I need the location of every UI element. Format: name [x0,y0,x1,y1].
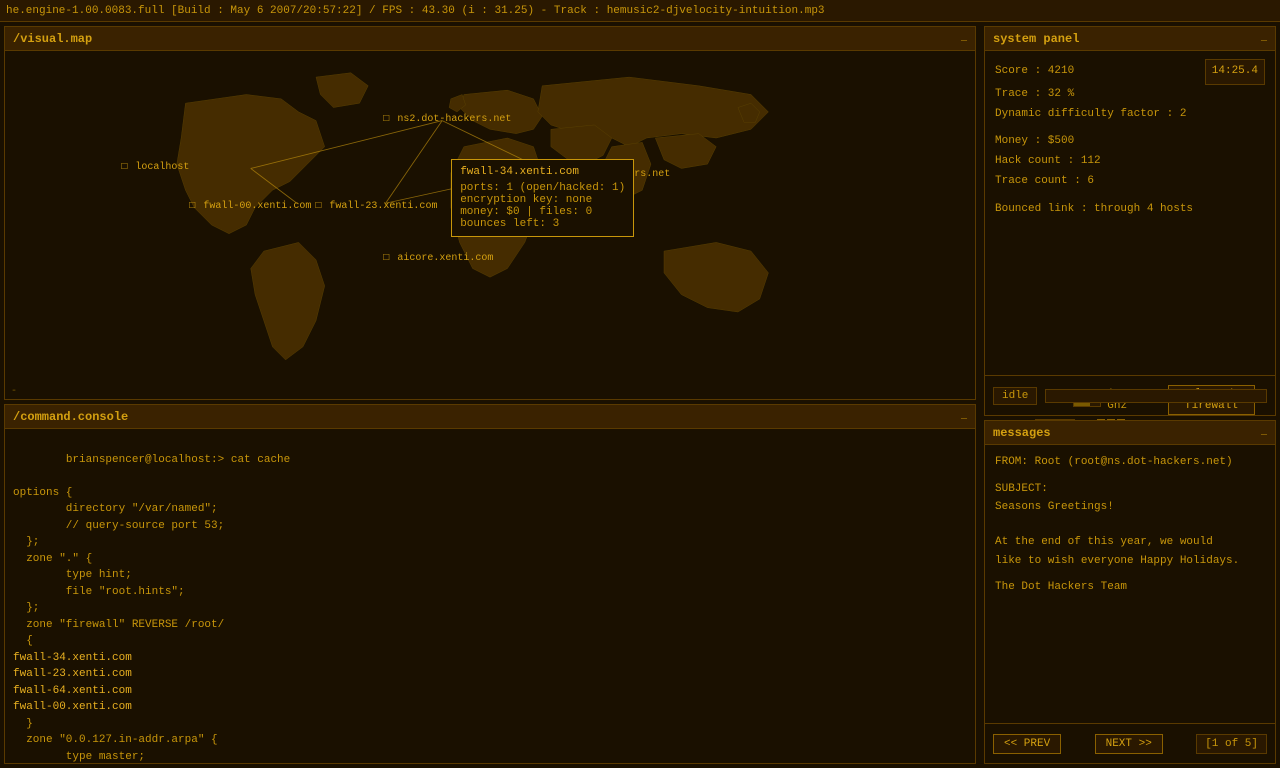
node-fwall00[interactable]: fwall-00.xenti.com [189,201,311,212]
prev-button[interactable]: << PREV [993,734,1061,754]
node-ns2[interactable]: ns2.dot-hackers.net [383,114,511,125]
command-title: /command.console [13,410,128,424]
command-minimize[interactable]: _ [961,411,967,422]
left-column: /visual.map _ [0,22,980,768]
node-fwall23[interactable]: fwall-23.xenti.com [315,201,437,212]
console-zone1: zone "." { [13,553,92,565]
system-panel-header: system panel _ [985,27,1275,51]
hackcount-label: Hack count : 112 [995,155,1101,167]
tracecount-row: Trace count : 6 [995,172,1265,192]
tooltip-encryption: encryption key: none [460,194,625,206]
map-container: localhost ns2.dot-hackers.net ns.dot-hac… [5,51,975,399]
tracecount-label: Trace count : 6 [995,175,1094,187]
console-options: options { [13,487,72,499]
console-close1: }; [13,536,39,548]
map-bottom-text: - [11,386,17,397]
console-close3: } [13,718,33,730]
messages-content: FROM: Root (root@ns.dot-hackers.net) SUB… [985,445,1275,723]
console-query: // query-source port 53; [13,520,224,532]
command-header: /command.console _ [5,405,975,429]
system-panel-title: system panel [993,32,1079,46]
console-dir: directory "/var/named"; [13,503,218,515]
console-zone2: zone "firewall" REVERSE /root/ [13,619,224,631]
node-localhost[interactable]: localhost [121,162,189,173]
messages-header: messages _ [985,421,1275,445]
console-content[interactable]: brianspencer@localhost:> cat cache optio… [5,429,975,763]
console-brace: { [13,635,33,647]
message-signature: The Dot Hackers Team [995,578,1265,597]
right-column: system panel _ Score : 4210 14:25.4 Trac… [980,22,1280,768]
messages-title: messages [993,426,1051,440]
difficulty-row: Dynamic difficulty factor : 2 [995,105,1265,125]
console-prompt-1: brianspencer@localhost:> cat cache [66,454,290,466]
messages-panel: messages _ FROM: Root (root@ns.dot-hacke… [984,420,1276,764]
console-fw23: fwall-23.xenti.com [13,668,132,680]
main-layout: /visual.map _ [0,22,1280,768]
messages-nav: << PREV NEXT >> [1 of 5] [985,723,1275,763]
node-aicore-label: aicore.xenti.com [397,253,493,264]
console-fw64: fwall-64.xenti.com [13,685,132,697]
status-progress [1045,389,1267,403]
console-blank-1 [13,470,20,482]
money-label: Money : $500 [995,135,1074,147]
messages-minimize[interactable]: _ [1261,427,1267,438]
tooltip-host: fwall-34.xenti.com [460,166,625,178]
console-type1: type hint; [13,569,132,581]
console-close2: }; [13,602,39,614]
system-panel: system panel _ Score : 4210 14:25.4 Trac… [984,26,1276,416]
node-fwall00-label: fwall-00.xenti.com [203,201,311,212]
message-subject-text: Seasons Greetings! [995,498,1265,517]
system-minimize[interactable]: _ [1261,33,1267,44]
tooltip-money: money: $0 | files: 0 [460,206,625,218]
visual-map-panel: /visual.map _ [4,26,976,400]
page-info: [1 of 5] [1196,734,1267,754]
console-fw34: fwall-34.xenti.com [13,652,132,664]
console-type2: type master; [13,751,145,763]
bounced-row: Bounced link : through 4 hosts [995,200,1265,220]
title-bar: he.engine-1.00.0083.full [Build : May 6 … [0,0,1280,22]
node-fwall23-label: fwall-23.xenti.com [329,201,437,212]
visual-map-minimize[interactable]: _ [961,33,967,44]
score-label: Score : 4210 [995,62,1074,82]
map-tooltip: fwall-34.xenti.com ports: 1 (open/hacked… [451,159,634,237]
node-ns2-label: ns2.dot-hackers.net [397,114,511,125]
node-aicore[interactable]: aicore.xenti.com [383,253,493,264]
money-row: Money : $500 [995,132,1265,152]
message-body: At the end of this year, we wouldlike to… [995,533,1265,570]
status-bar: idle [985,375,1275,415]
console-fw00: fwall-00.xenti.com [13,701,132,713]
timestamp: 14:25.4 [1205,59,1265,85]
console-zone3: zone "0.0.127.in-addr.arpa" { [13,734,218,746]
difficulty-label: Dynamic difficulty factor : 2 [995,108,1186,120]
message-subject-label: SUBJECT: [995,480,1265,499]
tooltip-bounces: bounces left: 3 [460,218,625,230]
title-text: he.engine-1.00.0083.full [Build : May 6 … [6,5,825,17]
trace-label: Trace : 32 % [995,88,1074,100]
visual-map-title: /visual.map [13,32,92,46]
system-content: Score : 4210 14:25.4 Trace : 32 % Dynami… [985,51,1275,375]
console-file1: file "root.hints"; [13,586,185,598]
trace-row: Trace : 32 % [995,85,1265,105]
node-localhost-label: localhost [135,162,189,173]
visual-map-header: /visual.map _ [5,27,975,51]
score-row: Score : 4210 14:25.4 [995,59,1265,85]
status-label: idle [993,387,1037,405]
message-from: FROM: Root (root@ns.dot-hackers.net) [995,453,1265,472]
hackcount-row: Hack count : 112 [995,152,1265,172]
command-panel: /command.console _ brianspencer@localhos… [4,404,976,764]
map-bottom-bar: - [5,384,975,399]
next-button[interactable]: NEXT >> [1095,734,1163,754]
tooltip-ports: ports: 1 (open/hacked: 1) [460,182,625,194]
bounced-label: Bounced link : through 4 hosts [995,203,1193,215]
